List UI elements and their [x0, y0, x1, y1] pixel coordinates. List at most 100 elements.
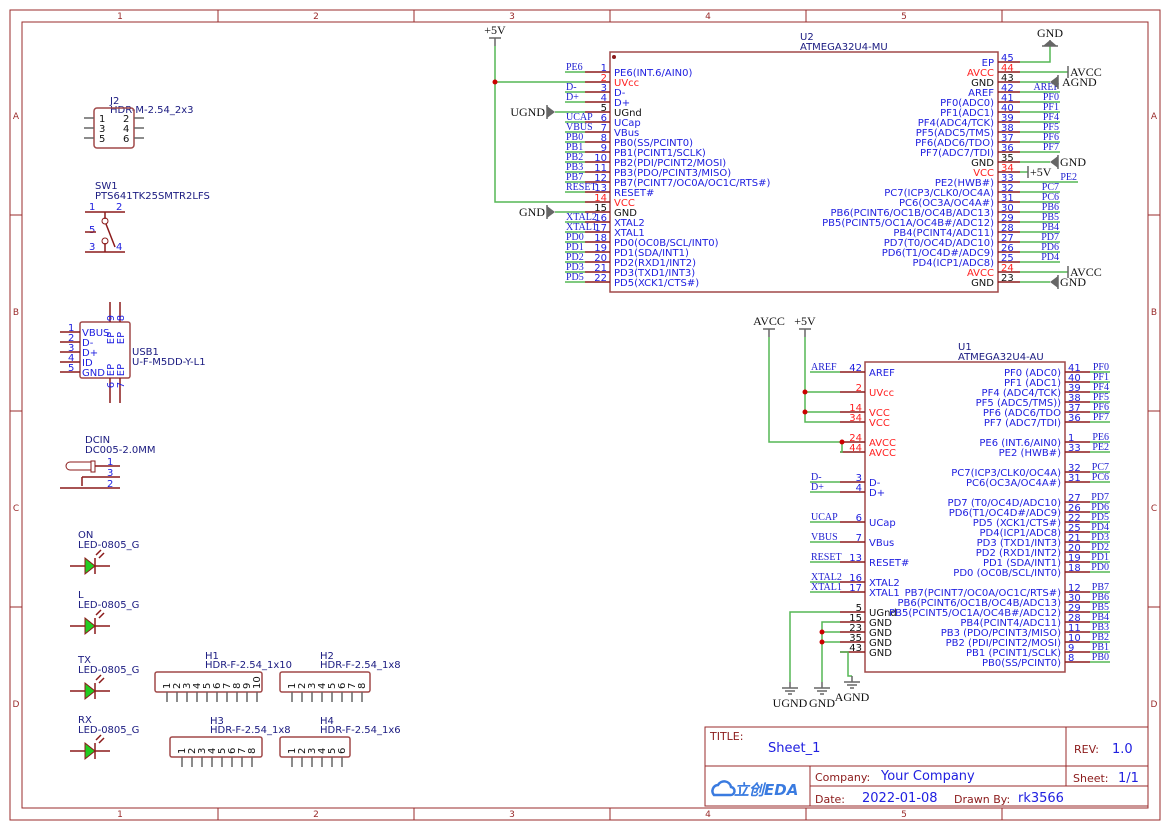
chip-u2[interactable]: U2ATMEGA32U4-MU1 PE6(INT.6/AIN0)PE62 UVcc3… — [565, 32, 1078, 293]
led-diode-icon — [84, 616, 96, 636]
date-value: 2022-01-08 — [862, 791, 938, 806]
sheet-value: 1/1 — [1118, 771, 1139, 786]
pin-number: 1 — [89, 202, 95, 213]
pin-name: XTAL1 — [869, 588, 900, 599]
pin-number: 3 — [107, 468, 113, 479]
power-label: +5V — [484, 23, 506, 37]
pin-6: 6 UCap UCAP — [810, 512, 896, 529]
drawn-by-value: rk3566 — [1018, 791, 1064, 806]
column-label-bottom: 5 — [901, 810, 907, 820]
gnd-label: AGND — [1062, 75, 1097, 89]
pin-name: PB0(SS/PCINT0) — [982, 658, 1061, 669]
pin-number: 3 — [89, 242, 95, 253]
jack-pin — [90, 460, 96, 473]
pin-13: 13 RESET# RESET — [810, 552, 909, 569]
led-tx: TXLED-0805_G — [70, 655, 139, 701]
led-diode-icon — [84, 741, 96, 761]
logo-text: 立创EDA — [734, 781, 798, 799]
pin-name: PF7 (ADC7/TDI) — [984, 418, 1061, 429]
gnd-label: GND — [809, 696, 835, 710]
pin-number: 17 — [849, 583, 862, 594]
pin-1: 1 PE6(INT.6/AIN0)PE6 — [565, 62, 693, 79]
pin-number: 5 — [99, 134, 105, 145]
net-label: UCAP — [811, 512, 838, 523]
chip-u1[interactable]: U1ATMEGA32U4-AU42 AREFAREF2 UVcc14 VCC34 VCC… — [810, 342, 1110, 673]
pin-number: 5 — [68, 363, 74, 374]
component-value: LED-0805_G — [78, 540, 139, 551]
rev-value: 1.0 — [1112, 742, 1133, 757]
pin-7: 7 VBus VBUS — [810, 532, 894, 549]
pin-number: 10 — [252, 676, 263, 689]
led-l: LLED-0805_G — [70, 590, 139, 636]
pin-27: 27PD7 (T0/OC4D/ADC10)PD7 — [948, 492, 1110, 509]
junction-dot — [802, 409, 808, 415]
header-h3: H3HDR-F-2.54_1x81 2 3 4 5 6 7 8 — [169, 716, 291, 767]
pin-name: UCap — [869, 518, 896, 529]
wire — [1020, 46, 1051, 63]
gnd-label: GND — [1037, 26, 1063, 40]
pin-2: 2 UVcc — [840, 383, 894, 399]
net-label: RESET — [811, 552, 842, 563]
gnd-label: AGND — [835, 690, 870, 704]
date-label: Date: — [815, 793, 845, 806]
gnd-label: UGND — [773, 696, 808, 710]
left-components: J2HDR-M-2.54_2x31 23 45 6 SW1PTS641TK25SMTR2… — [60, 96, 401, 767]
column-label-top: 4 — [705, 12, 711, 22]
net-label: PF7 — [1043, 142, 1059, 153]
pin-number: 8 — [1068, 653, 1074, 664]
light-arrow — [98, 677, 105, 684]
pin-number: 1 — [107, 457, 113, 468]
net-label: AREF — [811, 362, 837, 373]
company-label: Company: — [815, 771, 870, 784]
row-label-right: D — [1151, 700, 1158, 710]
net-label: XTAL1 — [811, 582, 842, 593]
pin-number: 8 — [247, 748, 258, 754]
row-label-left: B — [13, 308, 19, 318]
pin-number: 22 — [594, 273, 607, 284]
pin-number: 44 — [849, 443, 862, 454]
pin-name: UVcc — [869, 388, 894, 399]
wire — [840, 651, 852, 677]
column-label-bottom: 1 — [117, 810, 123, 820]
pin-number: 6 — [337, 748, 348, 754]
column-label-bottom: 2 — [313, 810, 319, 820]
pin-number: 6 — [856, 513, 862, 524]
pin-name: PE2 (HWB#) — [999, 448, 1061, 459]
pin-32: 32PC7(ICP3/CLK0/OC4A)PC7 — [951, 462, 1110, 479]
column-label-top: 3 — [509, 12, 515, 22]
pin-number: 42 — [849, 363, 862, 374]
gnd-label: GND — [1060, 155, 1086, 169]
header-j2: J2HDR-M-2.54_2x31 23 45 6 — [84, 96, 194, 149]
net-label: PD5 — [566, 272, 584, 283]
sheet-label: Sheet: — [1073, 772, 1109, 785]
header-h2: H2HDR-F-2.54_1x81 2 3 4 5 6 7 8 — [279, 651, 401, 702]
row-label-left: A — [13, 112, 20, 122]
pin-42: 42 AREF AREF — [810, 362, 895, 379]
title-label: TITLE: — [709, 730, 743, 743]
gnd-label: GND — [519, 205, 545, 219]
net-label: PE2 — [1060, 172, 1077, 183]
gnd-arrow — [1043, 40, 1057, 46]
dc-jack-dcin: DCINDC005-2.0MM132 — [60, 435, 156, 490]
row-label-right: C — [1151, 504, 1157, 514]
component-value: LED-0805_G — [78, 725, 139, 736]
schematic-canvas: 1122334455A AB BC CD D U2ATMEGA32U4-MU1 PE6(I… — [9, 9, 1161, 821]
pin-name: PD0 (OC0B/SCL/INT0) — [953, 568, 1061, 579]
component-value: HDR-F-2.54_1x8 — [210, 725, 291, 736]
junction-dot — [839, 439, 845, 445]
pin-number: 2 — [856, 383, 862, 394]
power-label: AVCC — [753, 314, 785, 328]
pin-name: VCC — [869, 418, 890, 429]
pin-name: EP — [116, 364, 127, 376]
pin-number: 36 — [1068, 413, 1081, 424]
column-label-bottom: 4 — [705, 810, 711, 820]
component-value: LED-0805_G — [78, 665, 139, 676]
switch-sw1: SW1PTS641TK25SMTR2LFS1 23 45 — [85, 181, 210, 253]
net-label: PE2 — [1092, 442, 1109, 453]
pin-number: 4 — [856, 483, 862, 494]
led-diode-icon — [84, 681, 96, 701]
pin-number: 33 — [1068, 443, 1081, 454]
column-label-bottom: 3 — [509, 810, 515, 820]
led-on: ONLED-0805_G — [70, 530, 139, 576]
component-value: DC005-2.0MM — [85, 445, 156, 456]
